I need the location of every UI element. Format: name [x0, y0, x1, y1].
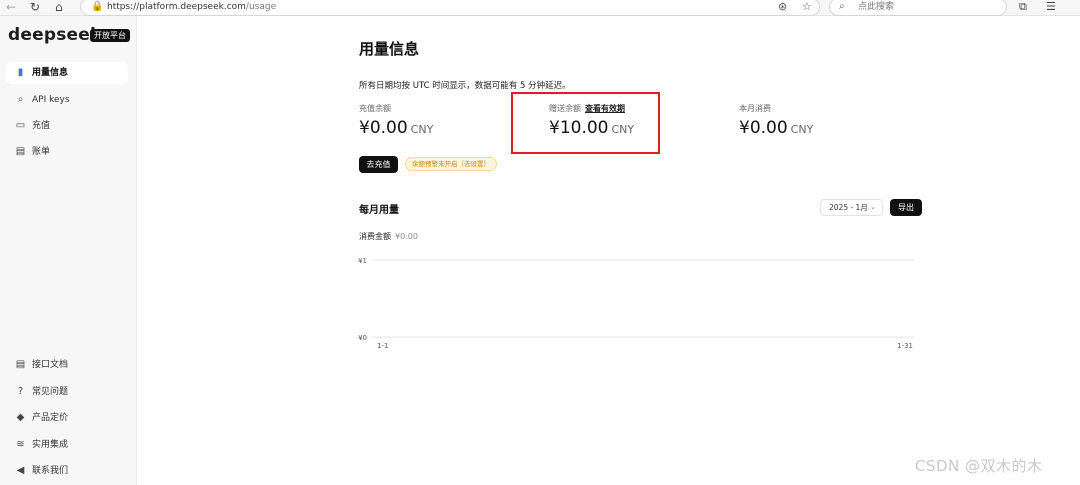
sidebar-item-usage[interactable]: ▮ 用量信息 — [6, 62, 128, 84]
y-tick-label: ¥1 — [358, 257, 367, 265]
month-select-value: 2025 - 1月 — [829, 203, 868, 212]
stat-label-monthly-spend: 本月消费 — [739, 104, 771, 113]
export-button[interactable]: 导出 — [890, 199, 922, 216]
sidebar: deepseek 开放平台 ▮ 用量信息 ⌕ API keys ▭ 充值 ▤ 账… — [0, 16, 137, 485]
search-icon: ⌕ — [17, 94, 24, 105]
balance-alert-badge[interactable]: 余额预警未开启（去设置） — [405, 157, 497, 171]
browser-search-placeholder: 点此搜索 — [858, 2, 895, 12]
stat-amount: ¥0.00 — [739, 118, 788, 138]
sidebar-item-faq[interactable]: ? 常见问题 — [6, 381, 128, 403]
lock-icon: 🔒 — [91, 1, 104, 12]
bill-icon: ▤ — [15, 146, 26, 157]
url-text: https://platform.deepseek.com/usage — [107, 0, 276, 15]
refresh-icon[interactable]: ↻ — [30, 0, 40, 14]
sidebar-item-bills[interactable]: ▤ 账单 — [6, 141, 128, 163]
spend-label: 消费金额 ¥0.00 — [359, 231, 418, 242]
sidebar-item-label: 账单 — [32, 147, 51, 157]
platform-badge: 开放平台 — [90, 29, 130, 42]
page-title: 用量信息 — [359, 40, 420, 58]
browser-toolbar: ← ↻ ⌂ 🔒 https://platform.deepseek.com/us… — [0, 0, 1080, 16]
sidebar-item-label: 产品定价 — [32, 413, 69, 423]
tag-icon: ◆ — [16, 412, 25, 423]
spend-label-text: 消费金额 — [359, 232, 391, 241]
translate-icon[interactable]: ⊛ — [778, 0, 787, 15]
search-icon: ⌕ — [839, 1, 845, 12]
sidebar-item-label: 实用集成 — [32, 440, 69, 450]
stat-unit: CNY — [790, 123, 814, 136]
spend-value: ¥0.00 — [395, 232, 418, 241]
sidebar-item-integrations[interactable]: ≋ 实用集成 — [6, 434, 128, 456]
month-select[interactable]: 2025 - 1月 ⌄ — [820, 199, 883, 216]
favorites-icon[interactable]: ☰ — [1046, 0, 1056, 14]
stat-label-topup-balance: 充值余额 — [359, 104, 391, 113]
sidebar-item-label: 充值 — [32, 121, 51, 131]
highlight-box — [511, 92, 660, 154]
sidebar-item-label: 联系我们 — [32, 466, 69, 476]
sidebar-item-docs[interactable]: ▤ 接口文档 — [6, 354, 128, 376]
utc-note: 所有日期均按 UTC 时间显示，数据可能有 5 分钟延迟。 — [359, 81, 571, 91]
sidebar-item-api-keys[interactable]: ⌕ API keys — [6, 89, 128, 111]
sidebar-item-contact[interactable]: ◀ 联系我们 — [6, 460, 128, 482]
stat-value-monthly-spend: ¥0.00 CNY — [739, 118, 813, 138]
x-tick-label: 1-31 — [897, 342, 913, 350]
url-path: /usage — [245, 2, 277, 12]
watermark: CSDN @双木的木 — [915, 457, 1043, 475]
address-bar[interactable]: 🔒 https://platform.deepseek.com/usage ⊛ … — [80, 0, 820, 16]
stack-icon: ≋ — [16, 439, 25, 450]
monthly-usage-title: 每月用量 — [359, 205, 399, 216]
sidebar-item-label: 常见问题 — [32, 387, 69, 397]
logo[interactable]: deepseek — [8, 25, 101, 45]
question-icon: ? — [17, 386, 24, 397]
x-tick-label: 1-1 — [377, 342, 388, 350]
main-content: 用量信息 所有日期均按 UTC 时间显示，数据可能有 5 分钟延迟。 充值余额 … — [137, 16, 1080, 485]
url-host: https://platform.deepseek.com — [107, 2, 246, 12]
stat-unit: CNY — [410, 123, 434, 136]
document-icon: ▤ — [15, 359, 26, 370]
back-icon[interactable]: ← — [6, 0, 16, 14]
extensions-icon[interactable]: ⧉ — [1019, 0, 1027, 14]
stat-amount: ¥0.00 — [359, 118, 408, 138]
sidebar-item-label: 接口文档 — [32, 360, 69, 370]
wallet-icon: ▭ — [15, 120, 26, 131]
topup-button[interactable]: 去充值 — [359, 156, 398, 173]
chevron-down-icon: ⌄ — [870, 203, 876, 211]
sidebar-item-label: API keys — [32, 95, 70, 105]
home-icon[interactable]: ⌂ — [55, 0, 63, 14]
star-icon[interactable]: ☆ — [802, 0, 812, 15]
send-icon: ◀ — [16, 465, 25, 476]
sidebar-item-label: 用量信息 — [32, 68, 69, 78]
sidebar-item-pricing[interactable]: ◆ 产品定价 — [6, 407, 128, 429]
browser-search-box[interactable]: ⌕ 点此搜索 — [829, 0, 1007, 16]
usage-chart: ¥1 ¥0 1-1 1-31 — [358, 257, 915, 350]
y-tick-label: ¥0 — [358, 334, 367, 342]
bar-chart-icon: ▮ — [17, 67, 24, 78]
sidebar-item-topup[interactable]: ▭ 充值 — [6, 115, 128, 137]
stat-value-topup-balance: ¥0.00 CNY — [359, 118, 433, 138]
